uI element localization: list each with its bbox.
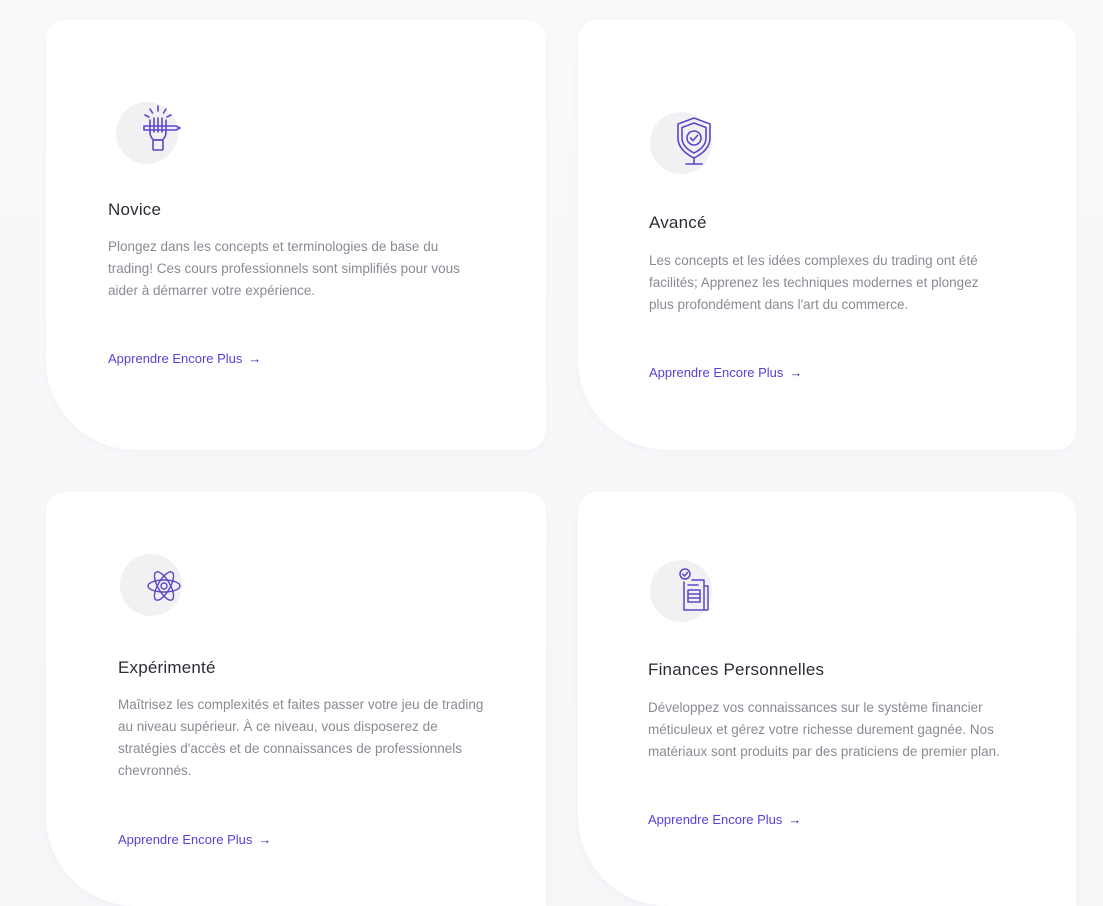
card-description: Les concepts et les idées complexes du t…: [649, 253, 979, 312]
hand-pencil-icon: [143, 105, 181, 151]
learn-more-label: Apprendre Encore Plus: [108, 351, 243, 366]
card-title: Expérimenté: [118, 658, 216, 677]
learn-more-link[interactable]: Apprendre Encore Plus →: [108, 351, 261, 366]
card-finances-personnelles: Finances Personnelles Développez vos con…: [578, 492, 1076, 906]
card-experimente-icon: [120, 542, 200, 622]
learn-more-label: Apprendre Encore Plus: [118, 832, 253, 847]
card-novice: Novice Plongez dans les concepts et term…: [46, 20, 546, 450]
atom-icon: [147, 571, 181, 601]
card-title: Novice: [108, 200, 162, 219]
card-description: Maîtrisez les complexités et faites pass…: [118, 697, 484, 778]
card-novice-icon: [116, 90, 196, 170]
learn-more-link[interactable]: Apprendre Encore Plus →: [649, 365, 802, 380]
shield-check-icon: [677, 117, 711, 165]
card-title: Finances Personnelles: [648, 660, 825, 679]
learn-more-link[interactable]: Apprendre Encore Plus →: [648, 812, 801, 827]
card-description: Développez vos connaissances sur le syst…: [648, 700, 1000, 759]
card-avance-icon: [650, 100, 730, 180]
document-check-icon: [679, 568, 709, 611]
page: Novice Plongez dans les concepts et term…: [0, 0, 1103, 906]
arrow-right-icon: →: [258, 832, 272, 847]
card-title: Avancé: [649, 213, 707, 232]
learn-more-label: Apprendre Encore Plus: [648, 812, 783, 827]
card-description: Plongez dans les concepts et terminologi…: [108, 239, 460, 298]
learn-more-link[interactable]: Apprendre Encore Plus →: [118, 832, 271, 847]
arrow-right-icon: →: [788, 812, 802, 827]
card-avance: Avancé Les concepts et les idées complex…: [578, 20, 1076, 450]
learn-more-label: Apprendre Encore Plus: [649, 365, 784, 380]
card-finances-icon: [650, 548, 730, 628]
card-experimente: Expérimenté Maîtrisez les complexités et…: [46, 492, 546, 906]
arrow-right-icon: →: [789, 365, 803, 380]
arrow-right-icon: →: [248, 351, 262, 366]
